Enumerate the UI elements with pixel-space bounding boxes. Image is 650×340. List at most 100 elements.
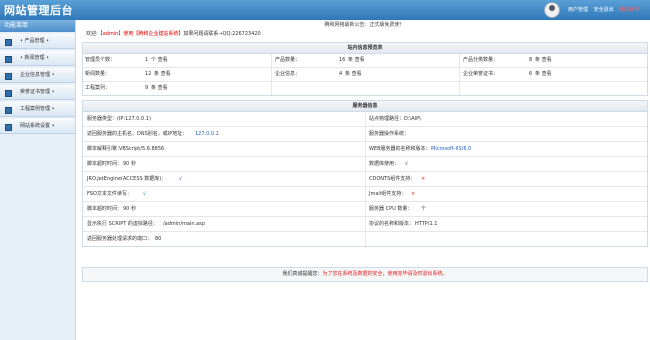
server-row: 脚本超时时间： 90 秒 服务器 CPU 数量： 个 bbox=[83, 202, 647, 217]
sidebar-item-company-info[interactable]: 企业信息管理 • bbox=[0, 68, 75, 83]
server-row: 返回服务器的主机名、DNS别名，或IP地址： 127.0.0.1 服务器操作系统… bbox=[83, 127, 647, 142]
welcome-user: 【admin】使用【腾和企业建站系统】 bbox=[97, 31, 184, 37]
welcome-line: 欢迎:【admin】使用【腾和企业建站系统】如果问题请联系→QQ:2267234… bbox=[86, 30, 261, 38]
server-label: JRO.JetEngine(ACCESS 数据库)： bbox=[87, 176, 167, 182]
server-label: 脚本解释引擎： bbox=[87, 146, 123, 152]
welcome-contact: 如果问题请联系→QQ:226723420 bbox=[183, 31, 261, 37]
server-label: 协议的名称和版本： bbox=[369, 221, 415, 227]
server-value: 127.0.0.1 bbox=[195, 131, 219, 137]
server-value: /admin/main.asp bbox=[163, 221, 205, 227]
user-avatar-icon[interactable] bbox=[544, 2, 560, 18]
server-row: 服务器类型：(IP:127.0.0.1) 站点物理路径：D:\AIP\ bbox=[83, 112, 647, 127]
server-value: 个 bbox=[421, 206, 427, 212]
server-value: 90 秒 bbox=[123, 161, 136, 167]
logout-link[interactable]: 安全退出 bbox=[594, 7, 614, 13]
stats-row: 管理员个数： 1 个 查看 产品数量： 16 条 查看 产品分类数量： 8 条 … bbox=[83, 54, 647, 68]
server-row: 脚本解释引擎： VBScript/5.6.8856 WEB服务器的名称和版本： … bbox=[83, 142, 647, 157]
server-row: 返回服务器处理请求的端口： 80 bbox=[83, 232, 647, 246]
server-label: WEB服务器的名称和版本： bbox=[369, 146, 431, 152]
sidebar-item-label: • 产品管理 • bbox=[20, 38, 50, 44]
sidebar-item-products[interactable]: • 产品管理 • bbox=[0, 34, 75, 49]
server-value: √ bbox=[405, 161, 409, 167]
stat-value: 6 bbox=[529, 71, 533, 77]
sidebar-item-label: 工程案例管理 • bbox=[20, 106, 55, 112]
stat-value: 4 bbox=[339, 71, 343, 77]
server-label: FSO文本文件读写： bbox=[87, 191, 132, 197]
stat-view-link[interactable]: 条 查看 bbox=[535, 54, 552, 67]
stat-view-link[interactable]: 个 查看 bbox=[151, 54, 168, 67]
site-logo-title: 网站管理后台 bbox=[4, 4, 73, 17]
expand-box-icon bbox=[5, 56, 12, 63]
server-row: 脚本超时时间： 90 秒 数据库使用： √ bbox=[83, 157, 647, 172]
stat-value: 16 bbox=[339, 57, 346, 63]
stat-label: 产品数量： bbox=[275, 57, 301, 63]
sidebar-title: 功能菜单 bbox=[0, 20, 75, 32]
server-value: √ bbox=[179, 176, 183, 182]
main-content: 腾和网络最新公告：正式版免费使! 欢迎:【admin】使用【腾和企业建站系统】如… bbox=[76, 20, 650, 340]
server-value: × bbox=[421, 176, 426, 182]
server-value: 90 秒 bbox=[123, 206, 136, 212]
server-info-title: 服务器信息 bbox=[83, 101, 647, 112]
expand-box-icon bbox=[5, 90, 12, 97]
sidebar-item-label: • 新闻管理 • bbox=[20, 55, 50, 61]
server-label: 返回服务器的主机名、DNS别名，或IP地址： bbox=[87, 131, 188, 137]
server-row: 显示执行 SCRIPT 的虚拟路径： /admin/main.asp 协议的名称… bbox=[83, 217, 647, 232]
user-management-link[interactable]: 用户管理 bbox=[568, 7, 588, 13]
sidebar-item-label: 企业信息管理 • bbox=[20, 72, 55, 78]
stat-label: 企业荣誉证书： bbox=[463, 71, 499, 77]
stat-label: 企业信息： bbox=[275, 71, 301, 77]
stat-view-link[interactable]: 条 查看 bbox=[345, 68, 362, 81]
server-label: 返回服务器处理请求的端口： bbox=[87, 236, 153, 242]
stat-label: 管理员个数： bbox=[85, 57, 116, 63]
stat-view-link[interactable]: 条 查看 bbox=[348, 54, 365, 67]
server-label: 脚本超时时间： bbox=[87, 161, 123, 167]
announcement: 腾和网络最新公告：正式版免费使! bbox=[324, 22, 402, 28]
server-value: × bbox=[411, 191, 416, 197]
sidebar-item-label: 荣誉证书管理 • bbox=[20, 89, 55, 95]
expand-box-icon bbox=[5, 39, 12, 46]
server-label: Jmail组件支持： bbox=[369, 191, 407, 197]
server-label: 服务器类型：(IP:127.0.0.1) bbox=[87, 116, 151, 122]
server-value: HTTP/1.1 bbox=[415, 221, 438, 227]
sidebar-item-settings[interactable]: 网站系统设置 • bbox=[0, 119, 75, 134]
expand-box-icon bbox=[5, 73, 12, 80]
stat-label: 新闻数量： bbox=[85, 71, 111, 77]
stat-view-link[interactable]: 条 查看 bbox=[535, 68, 552, 81]
sidebar-item-news[interactable]: • 新闻管理 • bbox=[0, 51, 75, 66]
stats-title: 站内信息预览表 bbox=[83, 43, 647, 54]
stats-row: 新闻数量： 12 条 查看 企业信息： 4 条 查看 企业荣誉证书： 6 条 查… bbox=[83, 68, 647, 82]
stat-value: 8 bbox=[529, 57, 533, 63]
sidebar: 功能菜单 • 产品管理 • • 新闻管理 • 企业信息管理 • 荣誉证书管理 •… bbox=[0, 20, 76, 340]
server-label: 服务器操作系统： bbox=[369, 131, 410, 137]
server-label: 服务器 CPU 数量： bbox=[369, 206, 413, 212]
server-label: 数据库使用： bbox=[369, 161, 400, 167]
stat-label: 工程案列： bbox=[85, 85, 111, 91]
clear-cache-link[interactable]: 删除缓存 bbox=[619, 7, 639, 13]
stat-value: 1 bbox=[145, 57, 149, 63]
server-row: JRO.JetEngine(ACCESS 数据库)： √ CDONTS组件支持：… bbox=[83, 172, 647, 187]
server-label: 脚本超时时间： bbox=[87, 206, 123, 212]
server-label: 站点物理路径：D:\AIP\ bbox=[369, 116, 421, 122]
expand-box-icon bbox=[5, 124, 12, 131]
stats-row: 工程案列： 9 条 查看 bbox=[83, 82, 647, 95]
sidebar-item-cases[interactable]: 工程案例管理 • bbox=[0, 102, 75, 117]
server-value: 80 bbox=[155, 236, 162, 242]
expand-box-icon bbox=[5, 107, 12, 114]
stat-view-link[interactable]: 条 查看 bbox=[151, 82, 168, 95]
stat-label: 产品分类数量： bbox=[463, 57, 499, 63]
stat-view-link[interactable]: 条 查看 bbox=[154, 68, 171, 81]
reminder-text: 为了您在系统及数据的安全，使用完毕请及时退出系统。 bbox=[322, 271, 448, 277]
server-label: 显示执行 SCRIPT 的虚拟路径： bbox=[87, 221, 158, 227]
server-value: Microsoft-IIS/6.0 bbox=[431, 146, 472, 152]
sidebar-item-certificates[interactable]: 荣誉证书管理 • bbox=[0, 85, 75, 100]
top-nav: 用户管理 安全退出 删除缓存 bbox=[568, 6, 643, 13]
server-info-panel: 服务器信息 服务器类型：(IP:127.0.0.1) 站点物理路径：D:\AIP… bbox=[82, 100, 648, 247]
welcome-prefix: 欢迎: bbox=[86, 31, 98, 37]
stat-value: 12 bbox=[145, 71, 152, 77]
server-value: √ bbox=[143, 191, 147, 197]
server-label: CDONTS组件支持： bbox=[369, 176, 416, 182]
sidebar-item-label: 网站系统设置 • bbox=[20, 123, 55, 129]
site-stats-panel: 站内信息预览表 管理员个数： 1 个 查看 产品数量： 16 条 查看 产品分类… bbox=[82, 42, 648, 96]
server-value: VBScript/5.6.8856 bbox=[119, 146, 165, 152]
reminder-prefix: 我们真诚提醒您： bbox=[282, 271, 323, 277]
